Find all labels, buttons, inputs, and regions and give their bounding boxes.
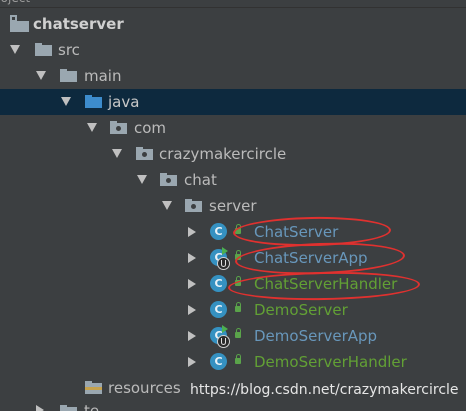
source-folder-icon: [85, 95, 102, 108]
lock-icon: [235, 250, 241, 260]
project-panel-header: roject: [0, 0, 466, 8]
expand-arrow-icon[interactable]: [61, 97, 71, 106]
collapse-arrow-icon[interactable]: [188, 357, 196, 367]
project-panel-title: roject: [0, 0, 30, 5]
tree-node-label: com: [134, 119, 167, 137]
folder-icon: [35, 43, 52, 56]
tree-node-label: DemoServerHandler: [254, 353, 407, 371]
collapse-arrow-icon[interactable]: [188, 331, 196, 341]
tree-node-label: DemoServerApp: [254, 327, 378, 345]
class-icon: C: [210, 301, 227, 318]
folder-icon: [60, 405, 77, 411]
expand-arrow-icon[interactable]: [87, 123, 97, 132]
tree-node-label: chat: [184, 171, 217, 189]
lock-icon: [235, 328, 241, 338]
resources-folder-icon: [85, 381, 102, 394]
expand-arrow-icon[interactable]: [137, 175, 147, 184]
collapse-arrow-icon[interactable]: [188, 227, 196, 237]
tree-node-java[interactable]: java: [0, 89, 466, 115]
tree-node-chat[interactable]: chat: [0, 167, 466, 193]
tree-node-class[interactable]: C ChatServer: [0, 219, 466, 245]
expand-arrow-icon[interactable]: [36, 71, 46, 80]
tree-node-class[interactable]: C ChatServerApp: [0, 245, 466, 271]
tree-node-class[interactable]: C ChatServerHandler: [0, 271, 466, 297]
class-icon: C: [210, 223, 227, 240]
tree-node-partial[interactable]: te: [0, 401, 466, 411]
tree-node-class[interactable]: C DemoServer: [0, 297, 466, 323]
class-icon: C: [210, 275, 227, 292]
tree-node-label: chatserver: [33, 15, 124, 33]
lock-icon: [235, 354, 241, 364]
tree-node-class[interactable]: C DemoServerHandler: [0, 349, 466, 375]
tree-node-main[interactable]: main: [0, 63, 466, 89]
package-icon: [160, 173, 177, 186]
expand-arrow-icon[interactable]: [162, 201, 172, 210]
expand-arrow-icon[interactable]: [112, 149, 122, 158]
package-icon: [185, 199, 202, 212]
runnable-class-icon: C: [210, 247, 230, 270]
runnable-class-icon: C: [210, 325, 230, 348]
folder-icon: [60, 69, 77, 82]
class-icon: C: [210, 353, 227, 370]
tree-node-src[interactable]: src: [0, 37, 466, 63]
package-icon: [110, 121, 127, 134]
tree-node-label: ChatServerApp: [254, 249, 368, 267]
tree-node-chatserver[interactable]: chatserver: [0, 11, 466, 37]
collapse-arrow-icon[interactable]: [36, 405, 44, 411]
tree-node-label: resources: [108, 379, 181, 397]
tree-node-crazymakercircle[interactable]: crazymakercircle: [0, 141, 466, 167]
tree-node-label: main: [84, 67, 122, 85]
lock-icon: [235, 302, 241, 312]
tree-node-label: ChatServer: [254, 223, 339, 241]
tree-node-label: java: [108, 93, 140, 111]
tree-node-com[interactable]: com: [0, 115, 466, 141]
collapse-arrow-icon[interactable]: [188, 305, 196, 315]
collapse-arrow-icon[interactable]: [188, 279, 196, 289]
tree-node-label: DemoServer: [254, 301, 348, 319]
collapse-arrow-icon[interactable]: [188, 253, 196, 263]
module-icon: [10, 15, 29, 32]
tree-node-label: te: [84, 402, 100, 411]
tree-node-label: server: [209, 197, 257, 215]
tree-node-label: crazymakercircle: [159, 145, 287, 163]
package-icon: [136, 147, 153, 160]
expand-arrow-icon[interactable]: [10, 45, 20, 54]
tree-node-label: src: [58, 41, 80, 59]
tree-node-server[interactable]: server: [0, 193, 466, 219]
lock-icon: [235, 224, 241, 234]
watermark-text: https://blog.csdn.net/crazymakercircle: [190, 382, 459, 398]
lock-icon: [235, 276, 241, 286]
tree-node-label: ChatServerHandler: [254, 275, 398, 293]
tree-node-class[interactable]: C DemoServerApp: [0, 323, 466, 349]
